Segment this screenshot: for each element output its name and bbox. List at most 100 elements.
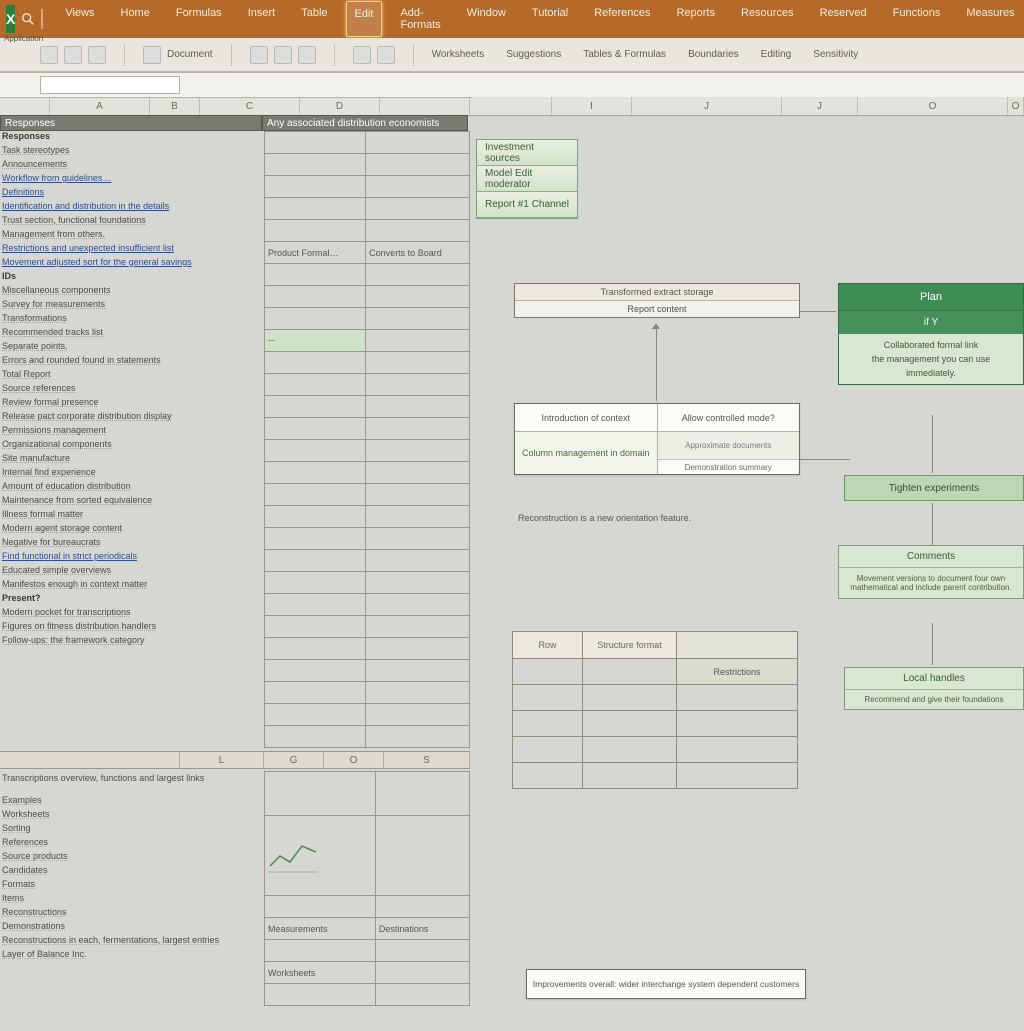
left-grid-table[interactable]: Product Formal… Converts to Board — <box>264 131 470 748</box>
delete-button[interactable] <box>88 46 106 64</box>
lower-grid-cell[interactable]: Measurements <box>265 918 376 940</box>
list-item: Illness formal matter <box>0 509 264 523</box>
tab-functions[interactable]: Functions <box>885 1 949 37</box>
paste-button[interactable] <box>143 46 161 64</box>
list-item[interactable]: Identification and distribution in the d… <box>0 201 264 215</box>
mid-box-h1-right: Allow controlled mode? <box>658 404 800 431</box>
title-bar: X Views Home Formulas InsertTable EditAdd-Fo… <box>0 0 1024 38</box>
left-grid-cell[interactable]: Converts to Board <box>366 242 470 264</box>
column-header[interactable]: O <box>324 752 384 768</box>
tab-views[interactable]: Views <box>57 1 102 37</box>
tab-home[interactable]: Home <box>113 1 158 37</box>
column-header[interactable]: O <box>1008 97 1024 115</box>
locations-body: Recommend and give their foundations <box>845 690 1023 709</box>
tab-window[interactable]: Window <box>459 1 514 37</box>
tab-add-formats[interactable]: Add-Formats <box>392 1 448 37</box>
column-header[interactable]: S <box>384 752 470 768</box>
align-button[interactable] <box>353 46 371 64</box>
underline-button[interactable] <box>298 46 316 64</box>
list-item[interactable]: Restrictions and unexpected insufficient… <box>0 243 264 257</box>
tab-formulas[interactable]: Formulas <box>168 1 230 37</box>
tab-resources[interactable]: Resources <box>733 1 802 37</box>
chart-thumbnail-icon <box>268 836 318 876</box>
tab-edit[interactable]: Edit <box>346 1 383 37</box>
left-pane: Responses Any associated distribution ec… <box>0 115 470 1024</box>
mini-table[interactable]: Row Structure format Restrictions <box>512 631 798 789</box>
column-header[interactable]: C <box>200 98 300 115</box>
arrowhead-up-icon <box>652 323 660 329</box>
lower-left-list: ExamplesWorksheetsSortingReferencesSourc… <box>0 795 262 963</box>
lower-grid-cell[interactable]: Destinations <box>375 918 469 940</box>
diagram-storage-title: Transformed extract storage <box>515 284 799 301</box>
left-grid-cell[interactable]: Product Formal… <box>265 242 366 264</box>
tab-insert[interactable]: Insert <box>240 1 284 37</box>
tab-tutorial[interactable]: Tutorial <box>524 1 576 37</box>
bold-button[interactable] <box>250 46 268 64</box>
ribbon-group-editing[interactable]: Editing <box>761 49 792 60</box>
tab-references[interactable]: References <box>586 1 658 37</box>
locations-box[interactable]: Local handles Recommend and give their f… <box>844 667 1024 710</box>
list-item: Task stereotypes <box>0 145 264 159</box>
ribbon-group-boundaries[interactable]: Boundaries <box>688 49 739 60</box>
ribbon-group-worksheets[interactable]: Worksheets <box>432 49 485 60</box>
plan-box[interactable]: Plan if Y Collaborated formal link the m… <box>838 283 1024 385</box>
mid-box-h2-left[interactable]: Column management in domain <box>515 432 658 474</box>
plan-sub: if Y <box>839 310 1023 334</box>
tab-table[interactable]: Table <box>293 1 335 37</box>
list-item: Source references <box>0 383 264 397</box>
plan-title: Plan <box>839 284 1023 310</box>
column-header[interactable]: D <box>300 98 380 115</box>
experiments-bar[interactable]: Tighten experiments <box>844 475 1024 501</box>
redo-button[interactable] <box>64 46 82 64</box>
column-header[interactable]: I <box>552 97 632 115</box>
plan-body-l2: the management you can use <box>845 354 1017 364</box>
column-header[interactable]: L <box>180 752 264 768</box>
tab-reserved[interactable]: Reserved <box>812 1 875 37</box>
lower-grid-cell[interactable]: Worksheets <box>265 962 376 984</box>
list-item[interactable]: Movement adjusted sort for the general s… <box>0 257 264 271</box>
list-item[interactable]: Find functional in strict periodicals <box>0 551 264 565</box>
menu-item[interactable]: Investment sources <box>477 140 577 166</box>
column-header[interactable] <box>0 98 50 115</box>
name-box[interactable] <box>40 76 180 94</box>
column-header[interactable]: O <box>858 97 1008 115</box>
column-header[interactable] <box>0 752 180 768</box>
ribbon-group-suggestions[interactable]: Suggestions <box>506 49 561 60</box>
list-item: IDs <box>0 271 264 285</box>
list-item: Educated simple overviews <box>0 565 264 579</box>
diagram-storage-box[interactable]: Transformed extract storage Report conte… <box>514 283 800 318</box>
comments-box[interactable]: Comments Movement versions to document f… <box>838 545 1024 599</box>
mid-box-h2-right[interactable]: Approximate documents <box>658 432 800 460</box>
diagram-mid-box[interactable]: Introduction of context Allow controlled… <box>514 403 800 475</box>
list-item[interactable]: Workflow from guidelines… <box>0 173 264 187</box>
undo-button[interactable] <box>40 46 58 64</box>
window-icon[interactable] <box>41 9 43 29</box>
column-header[interactable]: J <box>782 97 858 115</box>
list-item: Organizational components <box>0 439 264 453</box>
column-header[interactable] <box>380 98 470 115</box>
ribbon-group-sensitivity[interactable]: Sensitivity <box>813 49 858 60</box>
left-grid: Product Formal… Converts to Board — <box>264 131 470 751</box>
column-header[interactable]: J <box>632 97 782 115</box>
green-menu: Investment sourcesModel Edit moderatorRe… <box>476 139 578 219</box>
left-grid-green-cell[interactable]: — <box>265 330 366 352</box>
tab-reports[interactable]: Reports <box>668 1 723 37</box>
locations-title: Local handles <box>845 668 1023 690</box>
footer-note-box[interactable]: Improvements overall: wider interchange … <box>526 969 806 999</box>
list-item[interactable]: Definitions <box>0 187 264 201</box>
fill-button[interactable] <box>377 46 395 64</box>
ribbon-font-label: Document <box>167 49 213 60</box>
app-badge: X <box>6 5 15 33</box>
italic-button[interactable] <box>274 46 292 64</box>
column-header[interactable]: B <box>150 98 200 115</box>
list-item: Site manufacture <box>0 453 264 467</box>
menu-item[interactable]: Model Edit moderator <box>477 166 577 192</box>
ribbon-group-tables-formulas[interactable]: Tables & Formulas <box>583 49 666 60</box>
search-icon[interactable] <box>21 8 35 30</box>
list-item: References <box>0 837 262 851</box>
column-header[interactable] <box>472 97 552 115</box>
column-header[interactable]: A <box>50 98 150 115</box>
tab-measures[interactable]: Measures <box>958 1 1022 37</box>
menu-item[interactable]: Report #1 Channel <box>477 192 577 218</box>
column-header[interactable]: G <box>264 752 324 768</box>
